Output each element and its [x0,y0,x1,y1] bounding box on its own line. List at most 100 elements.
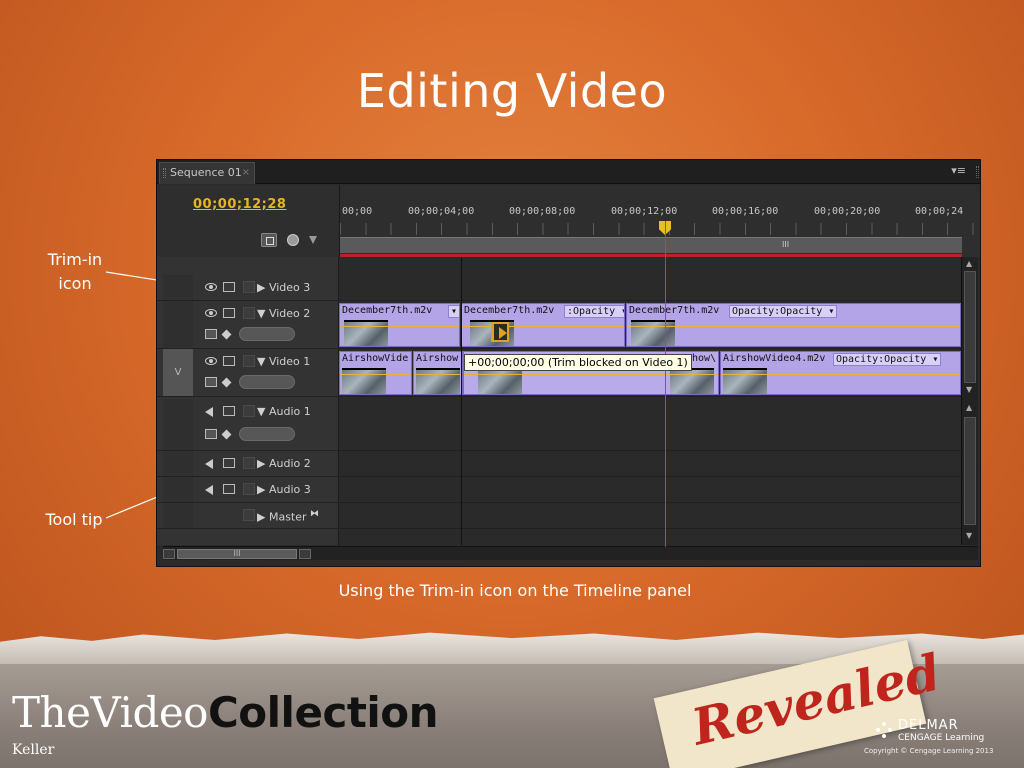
trim-in-callout-line2: icon [58,274,92,293]
eye-icon[interactable] [205,309,217,317]
lock-toggle[interactable] [243,405,255,417]
lane-video-3[interactable] [339,275,961,301]
keyframe-icon[interactable] [221,429,232,440]
panel-menu-icon[interactable]: ▾≡ [951,164,966,177]
eye-icon[interactable] [205,283,217,291]
eye-icon[interactable] [205,357,217,365]
track-header-video-1[interactable]: V ▼ Video 1 [157,349,339,397]
scroll-down-icon[interactable]: ▼ [966,531,972,540]
collapse-icon[interactable]: ▶ [257,483,265,496]
opacity-rubber-band[interactable] [721,374,960,375]
work-area-grip[interactable]: III [782,240,789,249]
keyframe-icon[interactable] [221,329,232,340]
scroll-up-icon[interactable]: ▲ [966,259,972,268]
opacity-rubber-band[interactable] [462,326,624,327]
work-area-bar[interactable]: III [340,237,962,253]
display-style-icon[interactable] [205,377,217,387]
zoom-in-icon[interactable] [299,549,311,559]
track-header-audio-3[interactable]: ▶ Audio 3 [157,477,339,503]
panel-grip-icon[interactable] [976,166,979,178]
speaker-icon[interactable] [205,459,213,469]
clip-video-2-b[interactable]: December7th.m2v :Opacity ▾ [461,303,625,347]
horizontal-scrollbar[interactable]: III [163,546,978,560]
opacity-rubber-band[interactable] [414,374,462,375]
keyframe-navigator[interactable] [239,327,295,341]
track-header-master[interactable]: ▶ Master ⧓ [157,503,339,529]
track-target-v[interactable]: V [163,349,193,396]
expand-icon[interactable]: ▼ [257,307,265,320]
clip-video-1-b[interactable]: Airshow [413,351,463,395]
horizontal-scroll-thumb[interactable]: III [177,549,297,559]
track-target[interactable] [163,275,193,300]
film-icon[interactable] [223,282,235,292]
scroll-down-icon[interactable]: ▼ [966,385,972,394]
scroll-up-icon[interactable]: ▲ [966,403,972,412]
film-icon[interactable] [223,356,235,366]
ruler-label: 00;00;08;00 [509,206,576,217]
trim-in-icon[interactable] [491,322,509,342]
vertical-scrollbars[interactable]: ▲ ▼ ▲ ▼ [961,257,978,545]
set-marker-dropdown-icon[interactable] [309,236,317,244]
track-target[interactable] [163,451,193,476]
expand-icon[interactable]: ▼ [257,405,265,418]
opacity-rubber-band[interactable] [340,374,411,375]
set-marker-icon[interactable] [287,234,299,246]
speaker-icon[interactable] [205,407,213,417]
lock-toggle[interactable] [243,457,255,469]
keyframe-icon[interactable] [221,377,232,388]
expand-icon[interactable]: ▼ [257,355,265,368]
playhead-line[interactable] [665,221,666,547]
clip-dropdown-icon[interactable]: ▾ [448,305,459,318]
display-style-icon[interactable] [205,329,217,339]
track-header-video-2[interactable]: ▼ Video 2 [157,301,339,349]
lock-toggle[interactable] [243,281,255,293]
lane-master[interactable] [339,503,961,529]
snap-icon[interactable] [261,233,277,247]
zoom-out-icon[interactable] [163,549,175,559]
speaker-icon[interactable] [205,485,213,495]
track-header-audio-2[interactable]: ▶ Audio 2 [157,451,339,477]
collapse-icon[interactable]: ▶ [257,511,265,524]
film-icon[interactable] [223,406,235,416]
clip-thumbnail [342,368,386,394]
lock-toggle[interactable] [243,355,255,367]
track-header-video-3[interactable]: ▶ Video 3 [157,275,339,301]
lane-audio-2[interactable] [339,451,961,477]
track-target[interactable] [163,399,193,450]
clip-opacity-menu[interactable]: :Opacity ▾ [564,305,624,318]
lane-video-2[interactable]: December7th.m2v ▾ December7th.m2v :Opaci… [339,301,961,349]
tab-label: Sequence 01 [170,166,242,179]
clip-video-1-a[interactable]: AirshowVide [339,351,412,395]
keyframe-navigator[interactable] [239,375,295,389]
tab-close-icon[interactable]: × [242,163,250,183]
opacity-rubber-band[interactable] [340,326,459,327]
film-icon[interactable] [223,484,235,494]
lock-toggle[interactable] [243,307,255,319]
current-timecode[interactable]: 00;00;12;28 [193,197,286,212]
clip-video-1-d[interactable]: AirshowVideo4.m2v Opacity:Opacity ▾ [720,351,961,395]
opacity-rubber-band[interactable] [627,326,960,327]
clip-video-2-a[interactable]: December7th.m2v ▾ [339,303,460,347]
video-scroll-thumb[interactable] [964,271,976,383]
track-target[interactable] [163,477,193,502]
lock-toggle[interactable] [243,509,255,521]
lane-audio-3[interactable] [339,477,961,503]
tab-sequence-01[interactable]: Sequence 01 × [159,162,255,184]
clip-opacity-menu[interactable]: Opacity:Opacity ▾ [833,353,942,366]
track-header-audio-1[interactable]: ▼ Audio 1 [157,399,339,451]
collapse-icon[interactable]: ▶ [257,281,265,294]
film-icon[interactable] [223,458,235,468]
track-target[interactable] [163,301,193,348]
clip-opacity-menu[interactable]: Opacity:Opacity ▾ [729,305,838,318]
collapse-icon[interactable]: ▶ [257,457,265,470]
track-label: Audio 3 [268,483,311,496]
waveform-icon[interactable] [205,429,217,439]
trim-in-callout-line1: Trim-in [47,250,103,269]
lane-audio-1[interactable] [339,399,961,451]
clip-video-2-c[interactable]: December7th.m2v Opacity:Opacity ▾ [626,303,961,347]
lock-toggle[interactable] [243,483,255,495]
film-icon[interactable] [223,308,235,318]
audio-scroll-thumb[interactable] [964,417,976,525]
opacity-rubber-band[interactable] [464,374,718,375]
keyframe-navigator[interactable] [239,427,295,441]
